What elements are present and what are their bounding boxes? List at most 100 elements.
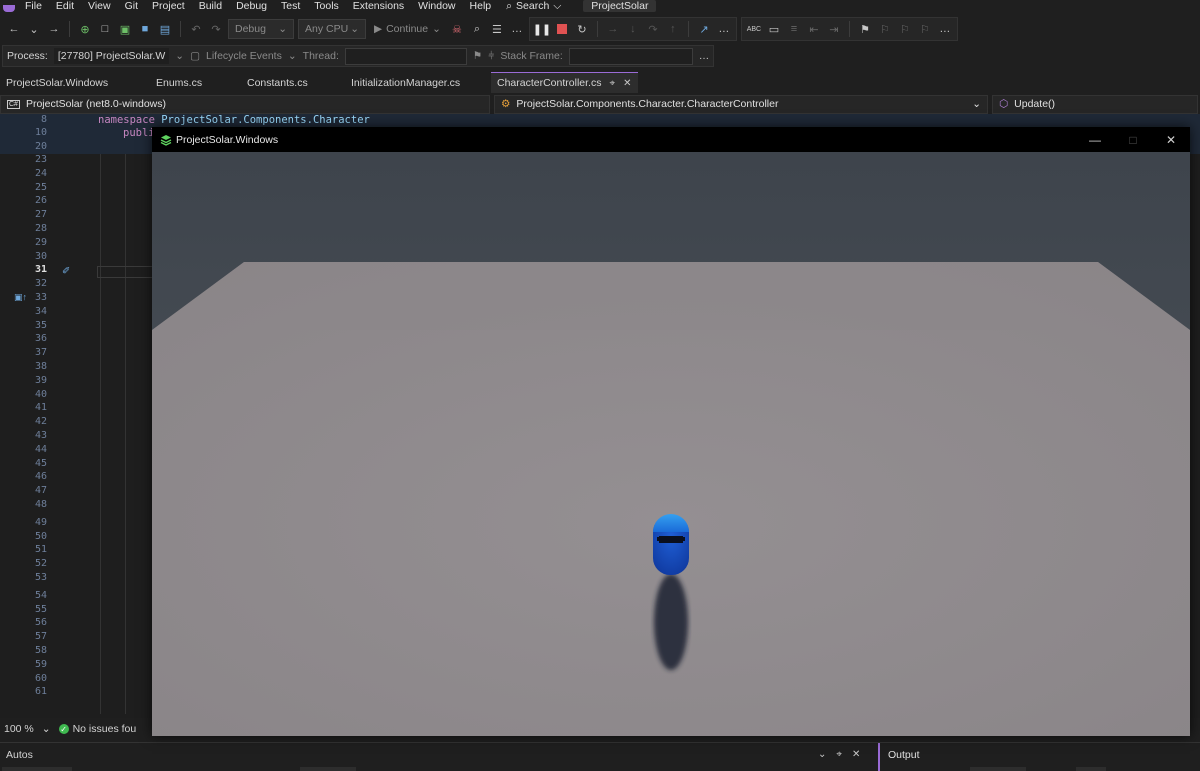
menu-debug[interactable]: Debug <box>229 0 274 12</box>
line-number: 58 <box>34 645 47 656</box>
undo-icon[interactable]: ↶ <box>188 21 204 37</box>
find-in-files-icon[interactable]: ⌕ <box>469 21 485 37</box>
pin-icon[interactable]: ⌖ <box>609 78 615 89</box>
continue-label: Continue <box>386 23 429 35</box>
menu-help[interactable]: Help <box>463 0 499 12</box>
tab-label: Constants.cs <box>247 76 308 89</box>
project-badge[interactable]: ProjectSolar <box>583 0 657 12</box>
chevron-down-icon[interactable]: ⌄ <box>175 50 184 62</box>
menu-view[interactable]: View <box>81 0 118 12</box>
menu-extensions[interactable]: Extensions <box>346 0 411 12</box>
autos-tab[interactable] <box>2 767 72 771</box>
game-viewport[interactable] <box>152 152 1190 736</box>
redo-icon[interactable]: ↷ <box>208 21 224 37</box>
step-into-icon[interactable]: ↓ <box>625 21 641 37</box>
quick-info-icon[interactable]: ▭ <box>766 21 782 37</box>
line-number: 8 <box>40 114 47 125</box>
more-icon[interactable]: … <box>509 21 525 37</box>
stack-frame-select[interactable] <box>568 47 693 65</box>
issues-indicator[interactable]: ✓ No issues fou <box>58 723 136 735</box>
menu-git[interactable]: Git <box>118 0 145 12</box>
line-number: 32 <box>34 278 47 290</box>
next-bookmark-icon[interactable]: ⚐ <box>897 21 913 37</box>
flag-icon[interactable]: ⚑ <box>473 50 482 62</box>
filter-icon[interactable]: ⫩ <box>488 50 494 63</box>
process-select[interactable]: [27780] ProjectSolar.W <box>53 48 170 64</box>
project-select[interactable]: C# ProjectSolar (net8.0-windows) <box>0 94 490 114</box>
stop-icon[interactable] <box>554 21 570 37</box>
autos-column-header[interactable] <box>300 767 356 771</box>
close-icon[interactable]: ✕ <box>852 749 860 760</box>
menu-search[interactable]: ⌕ Search ⌵ <box>498 0 569 13</box>
game-window[interactable]: ProjectSolar.Windows — □ ✕ <box>152 127 1190 736</box>
zoom-select[interactable]: 100 % ⌄ <box>4 723 51 735</box>
pin-icon[interactable]: ⌖ <box>836 749 842 760</box>
step-out-icon[interactable]: ↑ <box>665 21 681 37</box>
save-all-icon[interactable]: ▤ <box>157 21 173 37</box>
line-number: 24 <box>34 167 47 179</box>
pause-icon[interactable]: ❚❚ <box>533 21 551 37</box>
step-over-icon[interactable]: ↷ <box>645 21 661 37</box>
configuration-select[interactable]: Debug ⌄ <box>228 19 294 39</box>
chevron-down-icon[interactable]: ⌄ <box>818 749 826 760</box>
new-item-icon[interactable]: ⊕ <box>77 21 93 37</box>
more-icon[interactable]: … <box>937 21 953 37</box>
chevron-down-icon[interactable]: ⌄ <box>288 50 297 62</box>
tab-initialization-manager[interactable]: InitializationManager.cs <box>345 72 491 93</box>
spell-check-icon[interactable]: ABC <box>746 21 762 37</box>
forward-icon[interactable]: → <box>46 21 62 37</box>
tab-projectsolar-windows[interactable]: ProjectSolar.Windows <box>0 72 150 93</box>
tab-character-controller[interactable]: CharacterController.cs ⌖ ✕ <box>491 72 638 93</box>
public-keyword: publi <box>123 127 155 139</box>
indent-icon[interactable]: ⇥ <box>826 21 842 37</box>
bookmark-icon[interactable]: ⚑ <box>857 21 873 37</box>
previous-bookmark-icon[interactable]: ⚐ <box>877 21 893 37</box>
performance-icon[interactable]: ↗ <box>696 21 712 37</box>
edit-and-continue-icon[interactable]: ✐ <box>62 266 70 277</box>
game-window-titlebar[interactable]: ProjectSolar.Windows — □ ✕ <box>152 127 1190 152</box>
menu-build[interactable]: Build <box>192 0 229 12</box>
back-icon[interactable]: ← <box>6 21 22 37</box>
maximize-icon[interactable]: □ <box>1114 127 1152 152</box>
new-file-icon[interactable]: □ <box>97 21 113 37</box>
line-number: 50 <box>34 530 47 542</box>
character-visor <box>659 536 683 543</box>
game-scene <box>152 152 1190 736</box>
thread-select[interactable] <box>344 47 467 65</box>
tab-constants[interactable]: Constants.cs <box>241 72 345 93</box>
platform-select[interactable]: Any CPU ⌄ <box>298 19 366 39</box>
menu-test[interactable]: Test <box>274 0 307 12</box>
continue-button[interactable]: ▶ Continue ⌄ <box>370 23 445 35</box>
chevron-down-icon[interactable]: ⌄ <box>26 21 42 37</box>
tab-label: InitializationManager.cs <box>351 76 461 89</box>
type-select[interactable]: ⚙ ProjectSolar.Components.Character.Char… <box>494 94 988 114</box>
minimize-icon[interactable]: — <box>1076 127 1114 152</box>
show-next-statement-icon[interactable]: → <box>605 21 621 37</box>
parameter-info-icon[interactable]: ≡ <box>786 21 802 37</box>
output-toolbar-button[interactable] <box>1076 767 1106 771</box>
more-icon[interactable]: … <box>716 21 732 37</box>
restart-icon[interactable]: ↻ <box>574 21 590 37</box>
close-icon[interactable]: ✕ <box>1152 127 1190 152</box>
add-project-icon[interactable]: ▣ <box>117 21 133 37</box>
menu-project[interactable]: Project <box>145 0 192 12</box>
diagnostics-icon[interactable]: ☰ <box>489 21 505 37</box>
output-source-select[interactable] <box>970 767 1026 771</box>
more-icon[interactable]: … <box>699 50 710 62</box>
hot-reload-icon[interactable]: ☠ <box>449 21 465 37</box>
tab-enums[interactable]: Enums.cs <box>150 72 241 93</box>
close-icon[interactable]: ✕ <box>623 78 631 89</box>
lifecycle-events-button[interactable]: Lifecycle Events <box>206 50 282 62</box>
outdent-icon[interactable]: ⇤ <box>806 21 822 37</box>
member-select[interactable]: ⬡ Update() <box>992 94 1198 114</box>
breakpoint-override-icon[interactable]: ▣↑ <box>14 292 27 303</box>
game-window-title: ProjectSolar.Windows <box>176 133 279 146</box>
menu-file[interactable]: File <box>18 0 49 12</box>
menu-edit[interactable]: Edit <box>49 0 81 12</box>
menu-window[interactable]: Window <box>411 0 462 12</box>
menu-tools[interactable]: Tools <box>307 0 346 12</box>
clear-bookmarks-icon[interactable]: ⚐ <box>917 21 933 37</box>
configuration-value: Debug <box>235 23 266 35</box>
window-controls: — □ ✕ <box>1076 127 1190 152</box>
save-icon[interactable]: ■ <box>137 21 153 37</box>
